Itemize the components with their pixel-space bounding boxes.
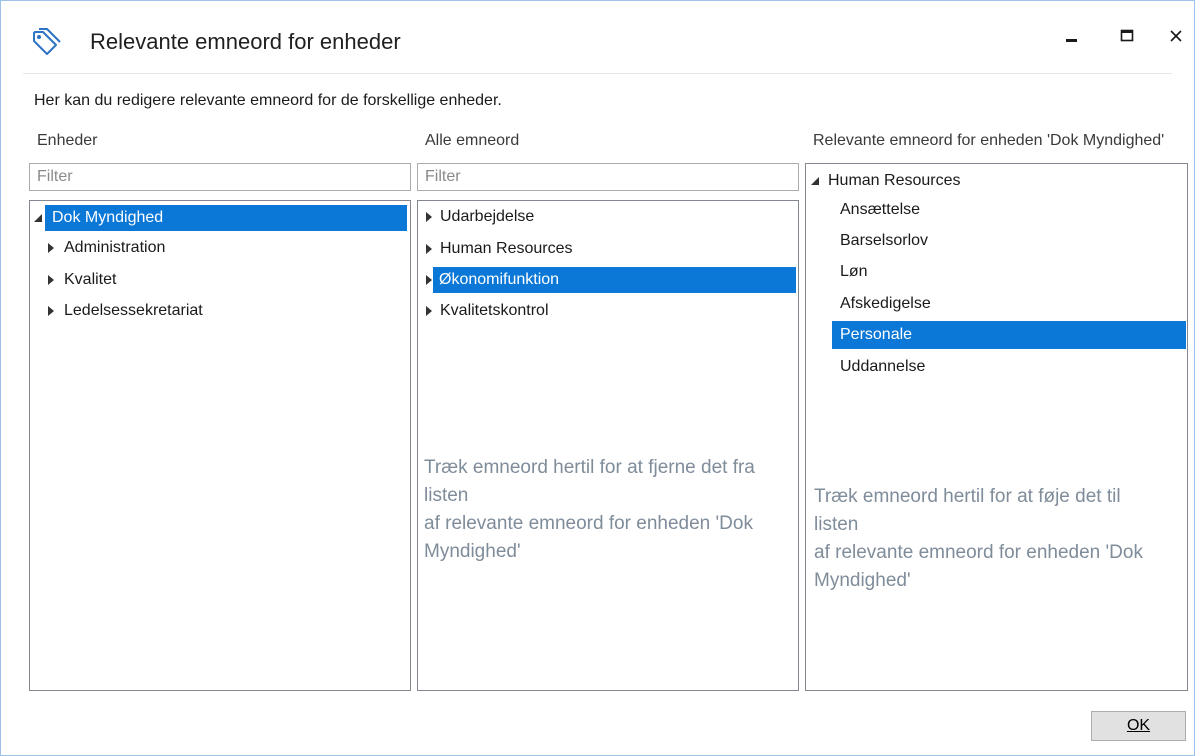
keyword-label: Økonomifunktion [433,267,796,293]
all-keywords-tree[interactable]: Udarbejdelse Human Resources Økonomifunk… [417,200,799,691]
window-title: Relevante emneord for enheder [90,29,401,54]
hint-line: Træk emneord hertil for at fjerne det fr… [424,457,755,478]
expanded-arrow-icon[interactable] [33,213,43,223]
relevant-item[interactable]: Uddannelse [840,354,925,380]
relevant-item[interactable]: Afskedigelse [840,291,931,317]
hint-line: af relevante emneord for enheden 'Dok [424,513,753,534]
all-keywords-label: Alle emneord [425,132,520,149]
tree-node-label: Ledelsessekretariat [64,302,203,319]
relevant-item[interactable]: Løn [840,259,868,285]
collapsed-arrow-icon[interactable] [424,306,434,316]
hint-line: Myndighed' [424,541,521,562]
ok-button-label: OK [1126,717,1151,734]
collapsed-arrow-icon[interactable] [46,243,56,253]
maximize-button[interactable] [1112,23,1142,53]
relevant-item-selected[interactable]: Personale [832,321,1186,349]
keyword-label: Kvalitetskontrol [440,302,549,319]
dialog-window: Relevante emneord for enheder Her kan du… [0,0,1195,756]
hint-line: Træk emneord hertil for at føje det til [814,486,1121,507]
hint-line: listen [814,514,859,535]
title-separator [23,73,1172,74]
relevant-item-label: Løn [840,263,868,280]
relevant-item-label: Ansættelse [840,201,921,218]
keyword-label: Human Resources [440,240,573,257]
minimize-button[interactable] [1057,23,1087,53]
maximize-icon [1120,29,1134,48]
collapsed-arrow-icon[interactable] [424,244,434,254]
relevant-keywords-label: Relevante emneord for enheden 'Dok Myndi… [813,132,1165,149]
units-tree[interactable]: Dok Myndighed Administration Kvalitet Le… [29,200,411,691]
keywords-filter-input[interactable] [417,163,799,191]
hint-line: listen [424,485,469,506]
hint-line: af relevante emneord for enheden 'Dok [814,542,1143,563]
tag-icon [31,27,63,59]
tree-node-label: Dok Myndighed [45,205,407,231]
relevant-item-label: Barselsorlov [840,232,929,249]
hint-line: Myndighed' [814,570,911,591]
tree-node-label: Kvalitet [64,271,117,288]
units-label: Enheder [37,132,98,149]
remove-drop-hint: Træk emneord hertil for at fjerne det fr… [424,454,755,566]
keyword-label: Udarbejdelse [440,208,535,225]
close-button[interactable] [1161,23,1191,53]
relevant-keywords-tree[interactable]: Human Resources Ansættelse Barselsorlov … [805,163,1188,691]
relevant-item-label: Afskedigelse [840,295,931,312]
collapsed-arrow-icon[interactable] [46,275,56,285]
relevant-item[interactable]: Ansættelse [840,197,920,223]
relevant-item-label: Uddannelse [840,358,926,375]
collapsed-arrow-icon[interactable] [424,212,434,222]
add-drop-hint: Træk emneord hertil for at føje det til … [814,483,1143,595]
close-icon [1169,29,1183,48]
units-filter-input[interactable] [29,163,411,191]
relevant-node-label: Human Resources [828,172,961,189]
collapsed-arrow-icon[interactable] [46,306,56,316]
ok-button[interactable]: OK [1091,711,1186,741]
expanded-arrow-icon[interactable] [810,176,820,186]
minimize-icon [1065,29,1079,48]
relevant-item-label: Personale [840,326,913,343]
relevant-item[interactable]: Barselsorlov [840,228,928,254]
description-text: Her kan du redigere relevante emneord fo… [34,92,502,109]
tree-node-label: Administration [64,239,166,256]
